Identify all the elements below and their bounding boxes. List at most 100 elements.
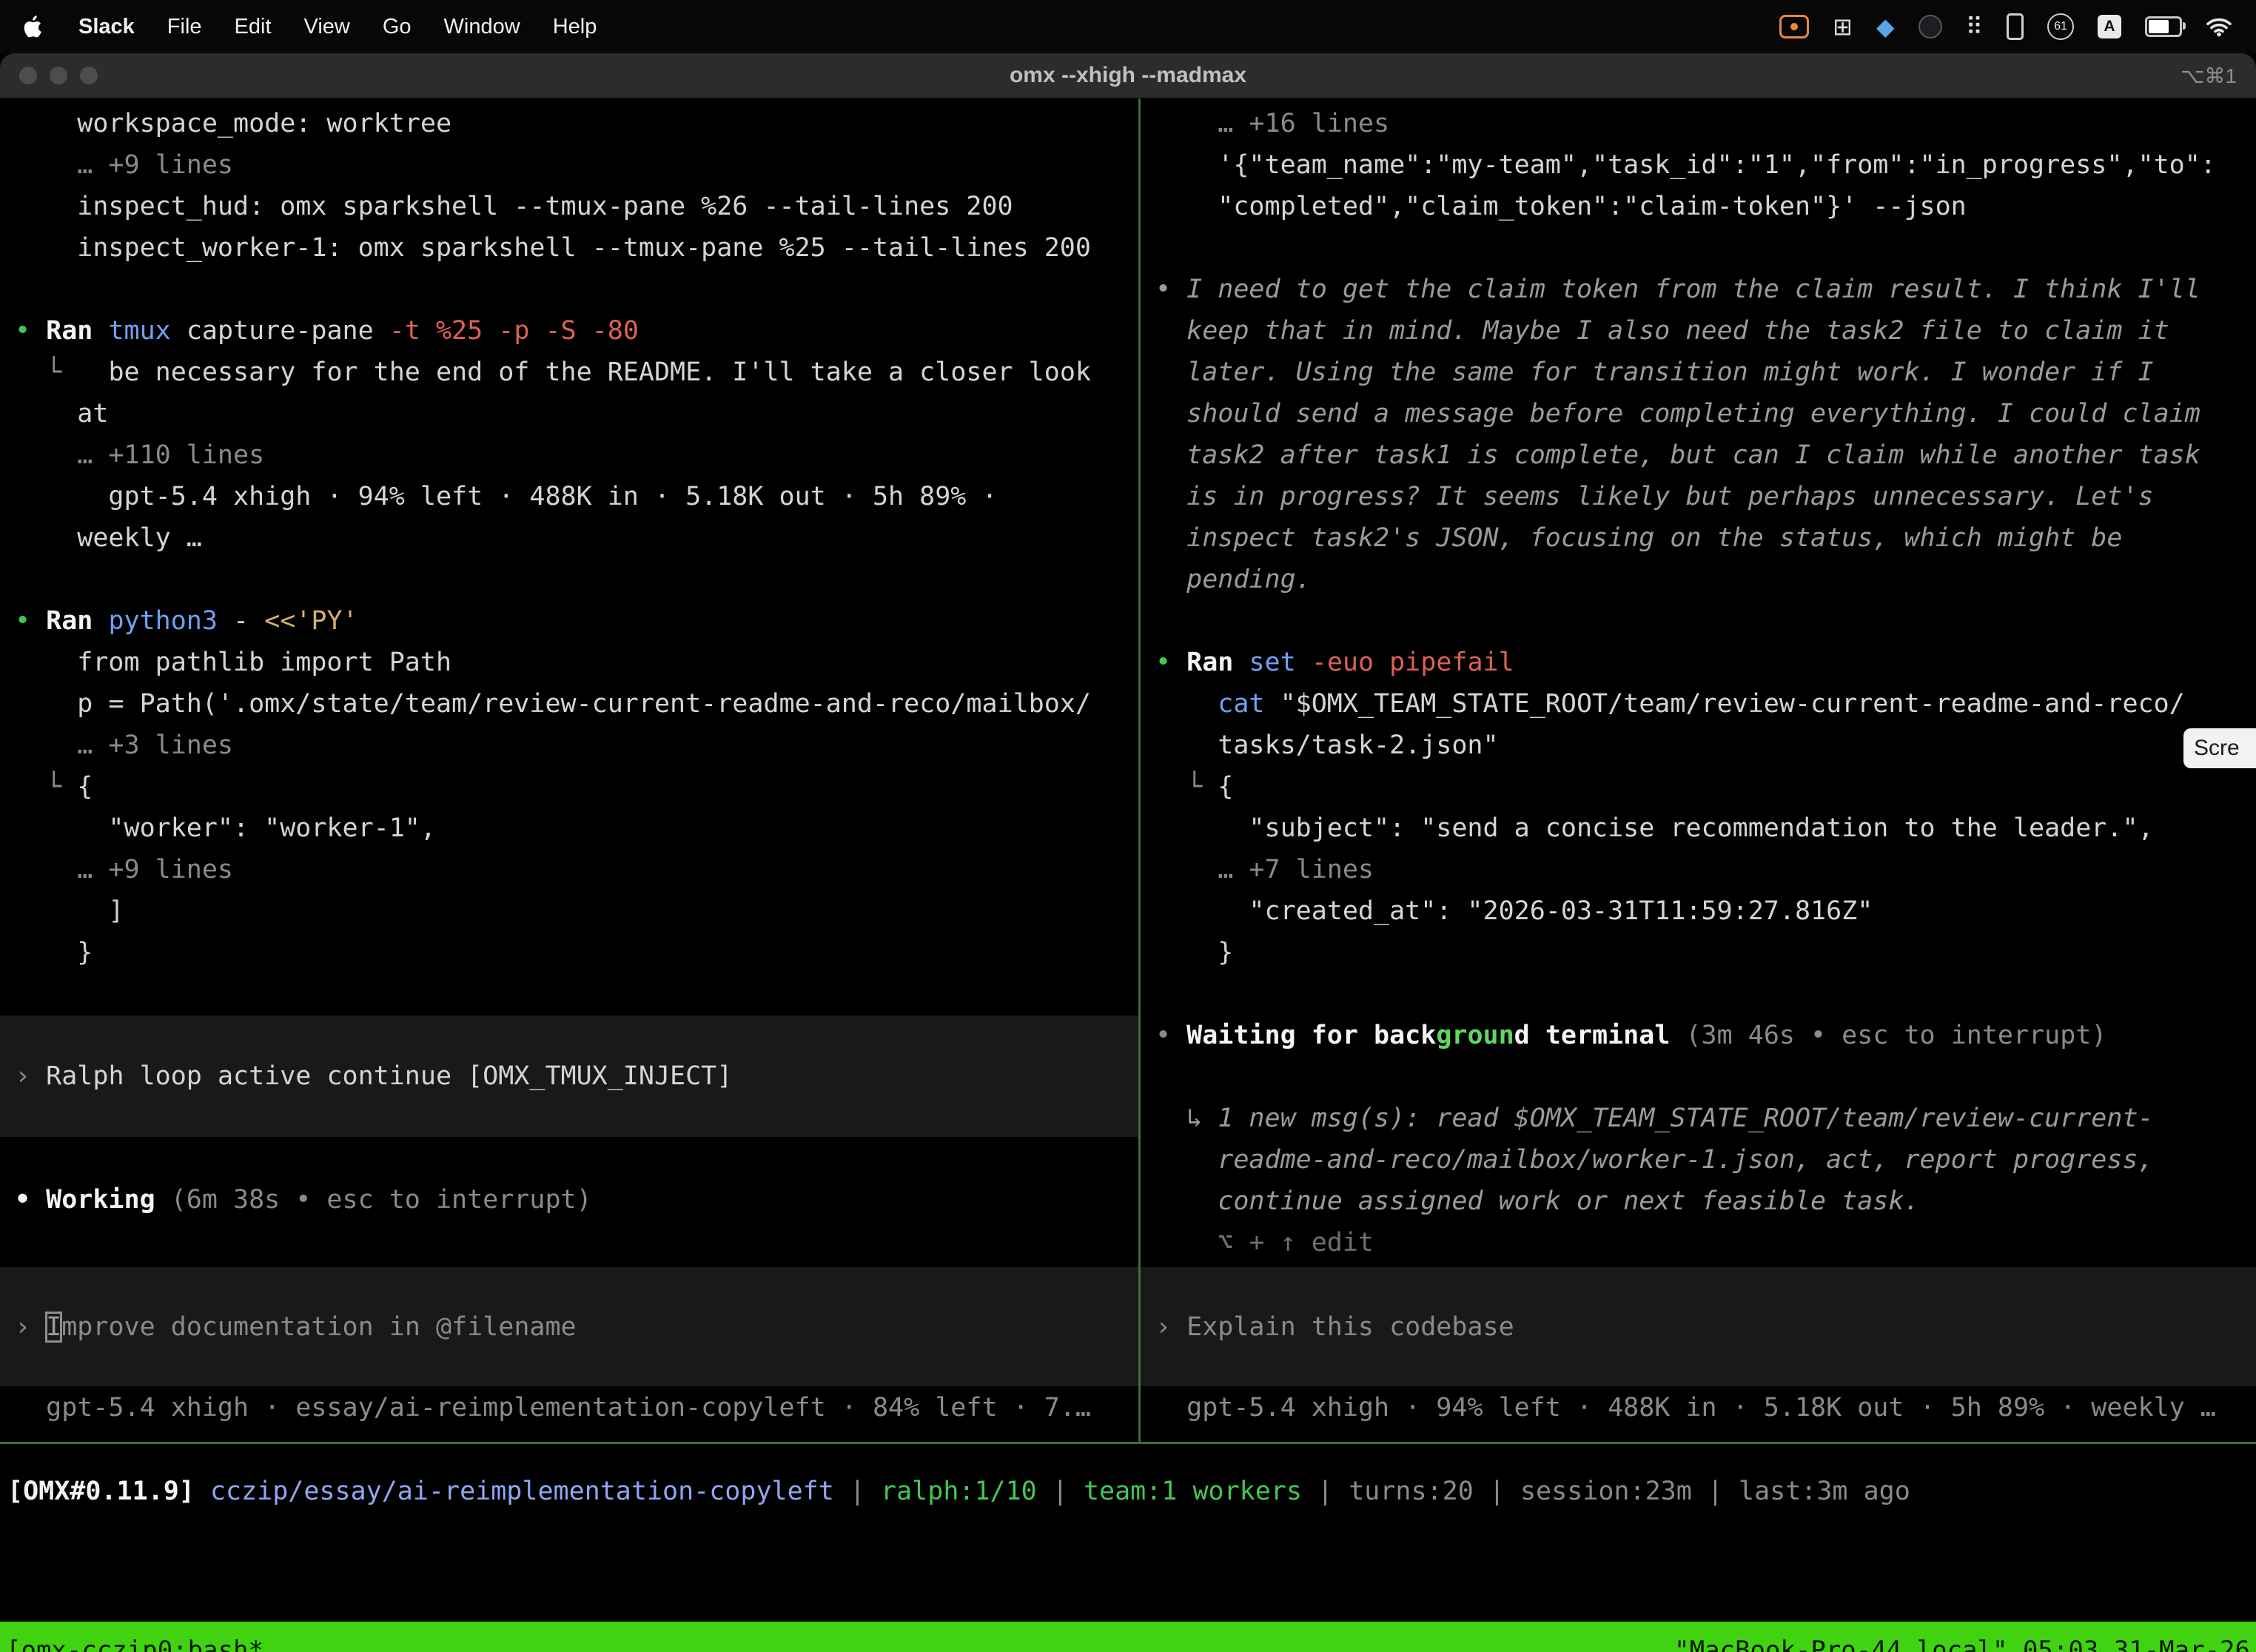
- text-segment: cczip/essay/ai-reimplementation-copyleft: [210, 1477, 834, 1506]
- text-segment: {: [77, 772, 93, 802]
- terminal-line: … +9 lines: [15, 144, 1138, 186]
- input-source-icon[interactable]: A: [2098, 15, 2121, 38]
- text-segment: … +16 lines: [1155, 109, 1389, 138]
- working-status: • Working (6m 38s • esc to interrupt): [0, 1179, 1138, 1220]
- text-segment: inspect_worker-1: omx sparkshell --tmux-…: [15, 233, 1091, 263]
- omx-hud-line: [OMX#0.11.9] cczip/essay/ai-reimplementa…: [7, 1471, 2256, 1512]
- terminal-line: • Ran set -euo pipefail: [1155, 642, 2256, 683]
- terminal-window: omx --xhigh --madmax ⌥⌘1 workspace_mode:…: [0, 53, 2256, 1652]
- text-segment: }: [15, 938, 93, 967]
- terminal-line: • Ran tmux capture-pane -t %25 -p -S -80: [15, 310, 1138, 352]
- text-segment: }: [1155, 938, 1233, 967]
- prompt-input-right[interactable]: › Explain this codebase: [1141, 1267, 2256, 1386]
- terminal-line: cat "$OMX_TEAM_STATE_ROOT/team/review-cu…: [1155, 683, 2256, 725]
- window-shortcut-hint: ⌥⌘1: [2181, 64, 2256, 88]
- battery-icon[interactable]: [2145, 16, 2182, 37]
- text-segment: be necessary for the end of the README. …: [108, 357, 1091, 387]
- prompt-input-left[interactable]: › Improve documentation in @filename: [0, 1267, 1138, 1386]
- blue-app-icon[interactable]: ◆: [1876, 13, 1895, 41]
- terminal-line: … +3 lines: [15, 725, 1138, 766]
- terminal-pane-right[interactable]: … +16 lines '{"team_name":"my-team","tas…: [1141, 98, 2256, 1442]
- text-segment: team:1 workers: [1084, 1477, 1302, 1506]
- text-segment: d terminal: [1514, 1021, 1686, 1050]
- text-segment: {: [1218, 772, 1233, 802]
- text-segment: (6m 38s • esc to interrupt): [171, 1185, 592, 1215]
- menu-item-view[interactable]: View: [288, 15, 366, 39]
- omx-hud: [OMX#0.11.9] cczip/essay/ai-reimplementa…: [0, 1444, 2256, 1622]
- terminal-line: "subject": "send a concise recommendatio…: [1155, 807, 2256, 849]
- terminal-line: workspace_mode: worktree: [15, 103, 1138, 144]
- menu-item-file[interactable]: File: [151, 15, 218, 39]
- terminal-line: tasks/task-2.json": [1155, 725, 2256, 766]
- text-segment: ↳ 1 new msg(s): read $OMX_TEAM_STATE_ROO…: [1155, 1104, 2154, 1133]
- pane-left-output: workspace_mode: worktree … +9 lines insp…: [0, 98, 1138, 973]
- terminal-line: gpt-5.4 xhigh · 94% left · 488K in · 5.1…: [1155, 1387, 2256, 1428]
- text-segment: gpt-5.4 xhigh · 94% left · 488K in · 5.1…: [15, 482, 998, 511]
- terminal-line: ⌥ + ↑ edit: [1155, 1222, 2256, 1263]
- temp-badge-icon[interactable]: 61: [2047, 13, 2074, 40]
- text-segment: gpt-5.4 xhigh · 94% left · 488K in · 5.1…: [1155, 1393, 2216, 1423]
- terminal-line: is in progress? It seems likely but perh…: [1155, 476, 2256, 517]
- text-segment: •: [1155, 648, 1186, 677]
- terminal-line: • I need to get the claim token from the…: [1155, 269, 2256, 310]
- text-segment: "$OMX_TEAM_STATE_ROOT/team/review-curren…: [1280, 689, 2185, 719]
- terminal-line: "completed","claim_token":"claim-token"}…: [1155, 186, 2256, 227]
- text-segment: |: [1037, 1477, 1084, 1506]
- text-segment: -: [233, 606, 264, 636]
- menu-item-window[interactable]: Window: [428, 15, 537, 39]
- terminal-content: workspace_mode: worktree … +9 lines insp…: [0, 98, 2256, 1442]
- text-segment: ]: [15, 896, 124, 926]
- text-segment: keep that in mind. Maybe I also need the…: [1155, 316, 2169, 346]
- screen-recording-icon[interactable]: [1779, 15, 1809, 38]
- text-segment: task2 after task1 is complete, but can I…: [1155, 440, 2200, 470]
- terminal-line: └ {: [15, 766, 1138, 807]
- terminal-line: '{"team_name":"my-team","task_id":"1","f…: [1155, 144, 2256, 186]
- screen: Slack File Edit View Go Window Help ⊞ ◆ …: [0, 0, 2256, 1652]
- terminal-line: ↳ 1 new msg(s): read $OMX_TEAM_STATE_ROO…: [1155, 1098, 2256, 1139]
- text-segment: weekly …: [15, 523, 202, 553]
- text-segment: … +110 lines: [15, 440, 264, 470]
- text-segment: Ran: [1186, 648, 1249, 677]
- terminal-line: [1155, 227, 2256, 269]
- terminal-line: … +9 lines: [15, 849, 1138, 890]
- terminal-line: gpt-5.4 xhigh · 94% left · 488K in · 5.1…: [15, 476, 1138, 517]
- terminal-line: › Explain this codebase: [1155, 1306, 1514, 1348]
- window-title: omx --xhigh --madmax: [0, 63, 2256, 88]
- text-segment: •: [15, 606, 46, 636]
- terminal-line: gpt-5.4 xhigh · essay/ai-reimplementatio…: [15, 1387, 1138, 1428]
- text-segment: -t %25 -p -S -80: [389, 316, 639, 346]
- dots-grid-icon[interactable]: ⠿: [1966, 13, 1983, 41]
- device-icon[interactable]: [2007, 13, 2024, 40]
- terminal-line: }: [1155, 932, 2256, 973]
- menu-item-help[interactable]: Help: [537, 15, 614, 39]
- text-segment: └: [15, 357, 108, 387]
- dark-app-icon[interactable]: [1918, 15, 1942, 38]
- menu-item-edit[interactable]: Edit: [218, 15, 288, 39]
- terminal-line: › Ralph loop active continue [OMX_TMUX_I…: [15, 1055, 732, 1097]
- text-segment: • Working: [15, 1185, 171, 1215]
- terminal-line: [1155, 600, 2256, 642]
- pane-right-output: … +16 lines '{"team_name":"my-team","tas…: [1141, 98, 2256, 1263]
- window-titlebar[interactable]: omx --xhigh --madmax ⌥⌘1: [0, 53, 2256, 98]
- text-segment: ›: [15, 1312, 46, 1342]
- text-segment: •: [15, 316, 46, 346]
- text-segment: "completed","claim_token":"claim-token"}…: [1155, 192, 1967, 221]
- text-segment: inspect task2's JSON, focusing on the st…: [1155, 523, 2122, 553]
- apple-icon[interactable]: [16, 13, 62, 40]
- terminal-line: p = Path('.omx/state/team/review-current…: [15, 683, 1138, 725]
- text-segment: later. Using the same for transition mig…: [1155, 357, 2154, 387]
- text-segment: inspect_hud: omx sparkshell --tmux-pane …: [15, 192, 1013, 221]
- screenshot-tooltip[interactable]: Scre: [2183, 728, 2256, 768]
- pane-left-statusline: gpt-5.4 xhigh · essay/ai-reimplementatio…: [0, 1387, 1138, 1428]
- active-app-name[interactable]: Slack: [62, 15, 151, 39]
- terminal-line: should send a message before completing …: [1155, 393, 2256, 434]
- wifi-icon[interactable]: [2206, 16, 2232, 37]
- terminal-line: keep that in mind. Maybe I also need the…: [1155, 310, 2256, 352]
- widget-grid-icon[interactable]: ⊞: [1833, 13, 1853, 41]
- terminal-line: [15, 269, 1138, 310]
- text-segment: Ran: [46, 316, 108, 346]
- menu-item-go[interactable]: Go: [366, 15, 428, 39]
- terminal-line: └ be necessary for the end of the README…: [15, 352, 1138, 393]
- terminal-pane-left[interactable]: workspace_mode: worktree … +9 lines insp…: [0, 98, 1138, 1442]
- terminal-line: later. Using the same for transition mig…: [1155, 352, 2256, 393]
